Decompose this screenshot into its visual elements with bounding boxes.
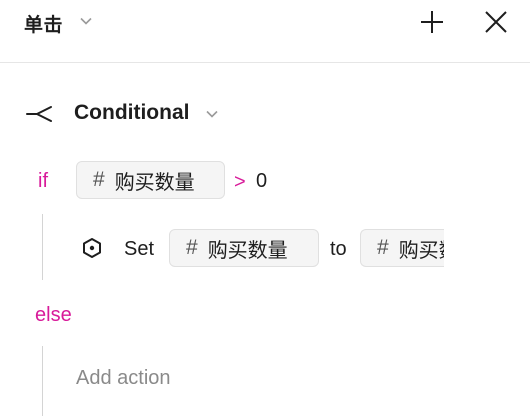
condition-value[interactable]: 0 xyxy=(256,170,267,193)
else-keyword: else xyxy=(35,304,72,326)
branch-icon xyxy=(26,106,52,122)
to-label: to xyxy=(330,238,347,260)
set-target-chip[interactable]: # 购买数量 xyxy=(169,229,319,267)
chevron-down-icon[interactable] xyxy=(79,14,93,28)
chevron-down-icon[interactable] xyxy=(205,107,219,121)
hash-icon: # xyxy=(377,236,389,259)
close-icon[interactable] xyxy=(484,10,508,34)
hash-icon: # xyxy=(93,168,105,191)
add-action-button[interactable]: Add action xyxy=(76,367,171,390)
condition-variable-label: 购买数量 xyxy=(114,171,195,194)
if-keyword: if xyxy=(38,170,48,192)
if-branch-line xyxy=(42,214,43,280)
condition-variable-chip[interactable]: # 购买数量 xyxy=(76,161,225,199)
conditional-label[interactable]: Conditional xyxy=(74,101,189,125)
hash-icon: # xyxy=(186,236,198,259)
set-action-label[interactable]: Set xyxy=(124,238,154,261)
set-source-label: 购买数量 xyxy=(398,239,444,262)
set-source-chip[interactable]: # 购买数量 xyxy=(360,229,444,267)
set-target-label: 购买数量 xyxy=(207,239,288,262)
condition-operator[interactable]: > xyxy=(234,171,246,194)
header-divider xyxy=(0,62,530,63)
plus-icon[interactable] xyxy=(420,10,444,34)
else-branch-line xyxy=(42,346,43,416)
panel-title[interactable]: 单击 xyxy=(24,10,63,37)
hexagon-icon xyxy=(83,238,101,258)
